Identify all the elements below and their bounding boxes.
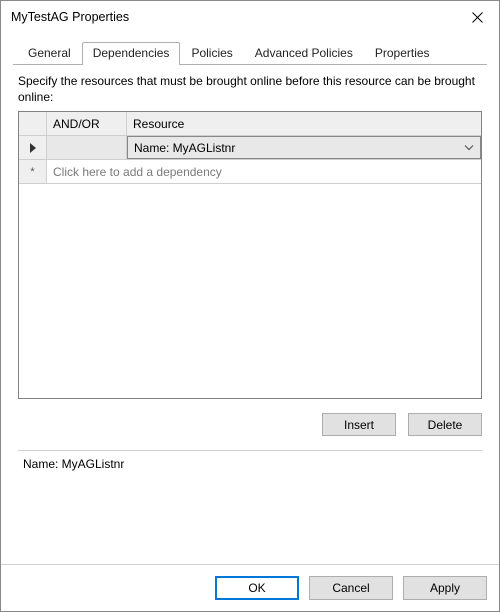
- close-icon: [472, 12, 483, 23]
- new-row-placeholder[interactable]: Click here to add a dependency: [47, 160, 481, 183]
- cell-resource-dropdown[interactable]: Name: MyAGListnr: [127, 136, 481, 159]
- row-indicator-new: *: [19, 160, 47, 183]
- tab-policies[interactable]: Policies: [180, 42, 243, 64]
- close-button[interactable]: [455, 1, 499, 33]
- grid-new-row[interactable]: * Click here to add a dependency: [19, 160, 481, 184]
- caret-right-icon: [29, 143, 37, 153]
- cancel-button[interactable]: Cancel: [309, 576, 393, 600]
- cell-resource-value: Name: MyAGListnr: [134, 141, 235, 155]
- tab-properties[interactable]: Properties: [364, 42, 441, 64]
- grid-data-row[interactable]: Name: MyAGListnr: [19, 136, 481, 160]
- dialog-footer: OK Cancel Apply: [1, 564, 499, 611]
- tabstrip: General Dependencies Policies Advanced P…: [13, 39, 487, 65]
- grid-header-resource: Resource: [127, 112, 481, 135]
- grid-header-marker: [19, 112, 47, 135]
- instruction-text: Specify the resources that must be broug…: [18, 73, 482, 105]
- window-title: MyTestAG Properties: [11, 10, 129, 24]
- titlebar: MyTestAG Properties: [1, 1, 499, 33]
- tab-general[interactable]: General: [17, 42, 82, 64]
- tab-dependencies[interactable]: Dependencies: [82, 42, 181, 65]
- selected-resource-name: Name: MyAGListnr: [23, 457, 477, 471]
- grid-header-andor: AND/OR: [47, 112, 127, 135]
- chevron-down-icon: [464, 142, 474, 153]
- ok-button[interactable]: OK: [215, 576, 299, 600]
- dependencies-grid[interactable]: AND/OR Resource Name: MyAGListnr * Click…: [18, 111, 482, 399]
- grid-header-row: AND/OR Resource: [19, 112, 481, 136]
- cell-andor[interactable]: [47, 136, 127, 159]
- delete-button[interactable]: Delete: [408, 413, 482, 436]
- grid-buttons: Insert Delete: [18, 413, 482, 436]
- apply-button[interactable]: Apply: [403, 576, 487, 600]
- dependencies-page: Specify the resources that must be broug…: [18, 73, 482, 436]
- insert-button[interactable]: Insert: [322, 413, 396, 436]
- tab-advanced-policies[interactable]: Advanced Policies: [244, 42, 364, 64]
- row-indicator-current: [19, 136, 47, 159]
- separator: [18, 450, 482, 451]
